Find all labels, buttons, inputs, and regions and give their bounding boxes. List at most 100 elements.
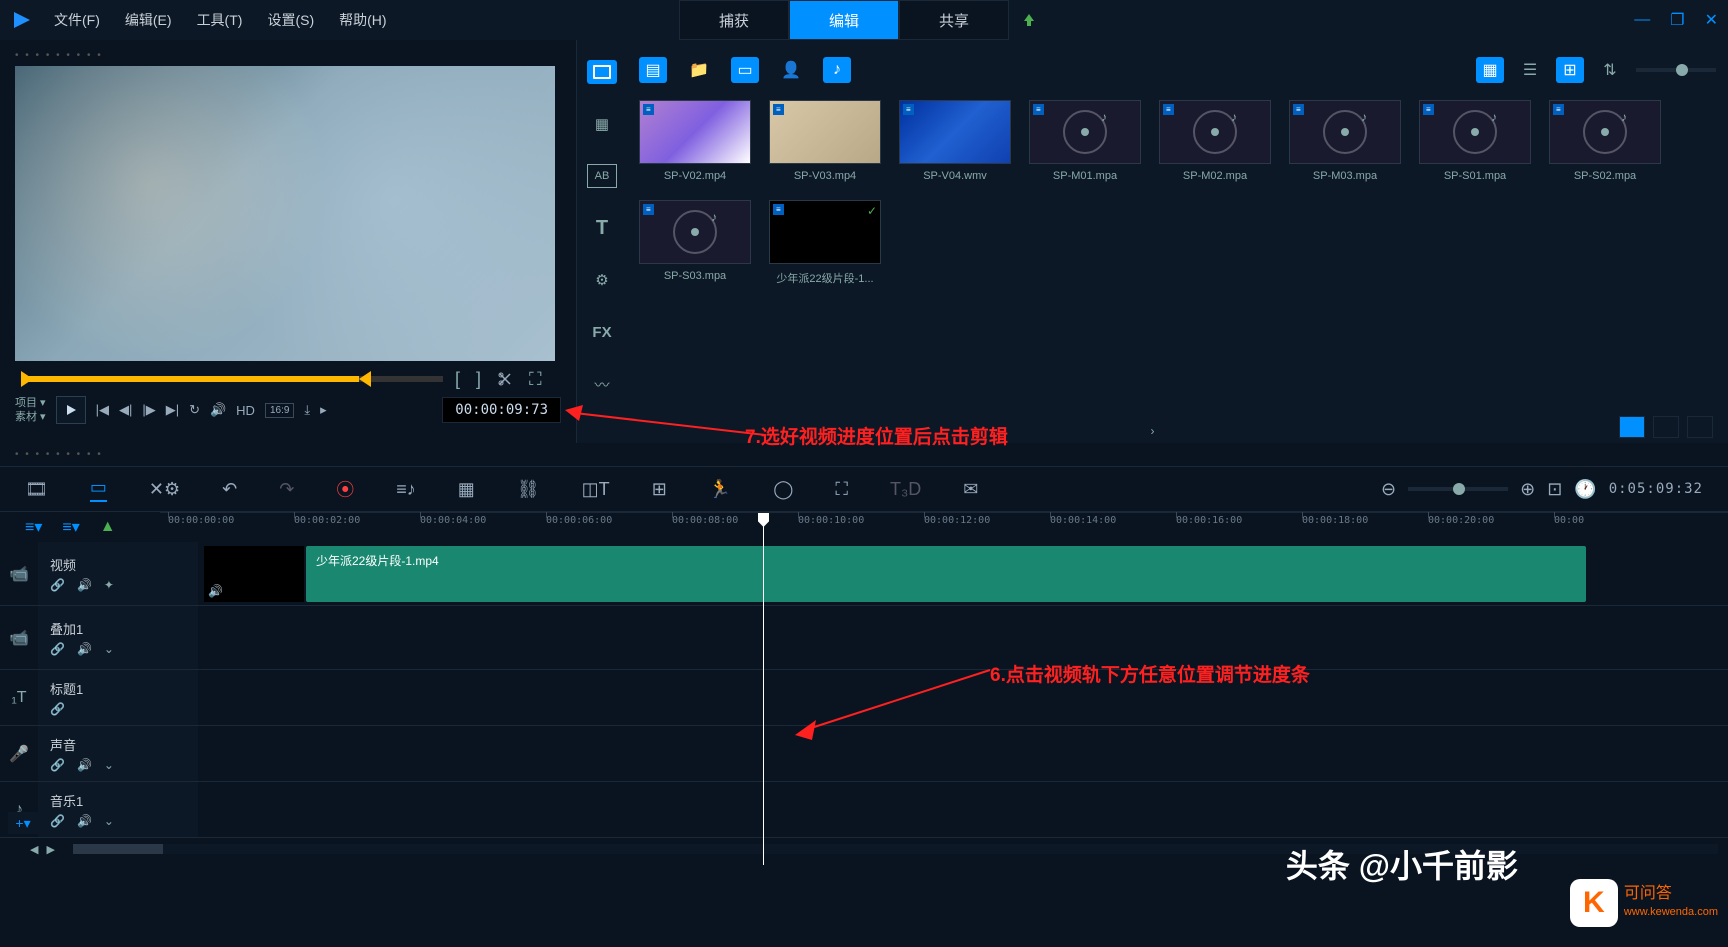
tab-share[interactable]: 共享: [899, 0, 1009, 40]
pan-zoom-icon[interactable]: ⛶: [835, 479, 848, 500]
menu-tool[interactable]: 工具(T): [197, 10, 243, 30]
loop-icon[interactable]: ↻: [189, 402, 200, 418]
add-track-button[interactable]: +▾: [8, 812, 38, 834]
motion-icon[interactable]: 🏃: [709, 479, 731, 500]
sidetab-text-icon[interactable]: T: [587, 216, 617, 240]
redo-icon[interactable]: ↷: [279, 479, 294, 500]
music-track-body[interactable]: [198, 782, 1728, 837]
track-link-icon[interactable]: 🔗: [50, 758, 65, 772]
panel-layout-2-icon[interactable]: [1653, 416, 1679, 438]
scrubber-bar[interactable]: [23, 376, 443, 382]
panel-layout-1-icon[interactable]: [1619, 416, 1645, 438]
library-item[interactable]: ≡SP-V04.wmv: [899, 100, 1011, 182]
maximize-icon[interactable]: ❐: [1670, 10, 1684, 30]
filter-audio-icon[interactable]: ♪: [823, 57, 851, 83]
clock-icon[interactable]: 🕐: [1574, 479, 1596, 500]
library-item[interactable]: ≡SP-S03.mpa: [639, 200, 751, 286]
time-ruler[interactable]: 00:00:00:0000:00:02:0000:00:04:0000:00:0…: [160, 512, 1728, 542]
minimize-icon[interactable]: —: [1634, 11, 1650, 29]
track-motion-icon[interactable]: ◯: [773, 479, 793, 500]
track-mute-icon[interactable]: 🔊: [77, 758, 92, 772]
audio-mixer-icon[interactable]: ≡♪: [396, 479, 416, 500]
tools-icon[interactable]: ✕⚙: [149, 479, 180, 500]
play-button[interactable]: [56, 396, 86, 424]
track-link-icon[interactable]: 🔗: [50, 702, 65, 716]
ruler-insert-icon[interactable]: ▲: [100, 518, 116, 536]
filter-video-icon[interactable]: ▭: [731, 57, 759, 83]
overlay-track-body[interactable]: [198, 606, 1728, 669]
tab-edit[interactable]: 编辑: [789, 0, 899, 40]
track-title-icon[interactable]: ₁T: [0, 670, 38, 725]
folder-add-icon[interactable]: 📁: [685, 57, 713, 83]
scroll-right-icon[interactable]: ▶: [46, 843, 54, 856]
mark-in-button[interactable]: [: [451, 369, 464, 390]
folder-tree-icon[interactable]: ▤: [639, 57, 667, 83]
material-menu[interactable]: 素材 ▾: [15, 410, 46, 424]
voice-track-body[interactable]: [198, 726, 1728, 781]
zoom-out-icon[interactable]: ⊖: [1381, 479, 1396, 500]
library-item[interactable]: ≡SP-M03.mpa: [1289, 100, 1401, 182]
track-overlay-icon[interactable]: 📹: [0, 606, 38, 669]
sidetab-path-icon[interactable]: 〰: [587, 372, 617, 396]
close-icon[interactable]: ✕: [1705, 10, 1718, 30]
library-item[interactable]: ≡SP-S01.mpa: [1419, 100, 1531, 182]
track-mute-icon[interactable]: 🔊: [77, 642, 92, 656]
track-link-icon[interactable]: 🔗: [50, 578, 65, 592]
panel-layout-3-icon[interactable]: [1687, 416, 1713, 438]
3d-title-icon[interactable]: T₃D: [890, 479, 921, 500]
hd-toggle[interactable]: HD: [236, 403, 255, 418]
menu-settings[interactable]: 设置(S): [267, 10, 314, 30]
menu-edit[interactable]: 编辑(E): [125, 10, 172, 30]
view-list-icon[interactable]: ☰: [1516, 57, 1544, 83]
track-fx-icon[interactable]: ✦: [104, 578, 114, 592]
video-preview[interactable]: [15, 66, 555, 361]
fit-icon[interactable]: ⊡: [1547, 479, 1562, 500]
sidetab-fx-icon[interactable]: FX: [587, 320, 617, 344]
view-thumb-icon[interactable]: ▦: [1476, 57, 1504, 83]
sort-icon[interactable]: ⇅: [1596, 57, 1624, 83]
export-icon[interactable]: ⤓: [304, 402, 310, 418]
scroll-left-icon[interactable]: ◀: [30, 843, 38, 856]
sidetab-title-icon[interactable]: AB: [587, 164, 617, 188]
ruler-menu-1-icon[interactable]: ≡▾: [25, 517, 42, 537]
menu-file[interactable]: 文件(F): [54, 10, 100, 30]
go-end-icon[interactable]: ▶|: [166, 402, 179, 418]
timeline-mode-icon[interactable]: ▭: [90, 477, 107, 502]
panel-expand-icon[interactable]: ›: [1151, 424, 1155, 438]
sidetab-transition-icon[interactable]: ▦: [587, 112, 617, 136]
zoom-in-icon[interactable]: ⊕: [1520, 479, 1535, 500]
project-menu[interactable]: 项目 ▾: [15, 396, 46, 410]
video-clip[interactable]: 少年派22级片段-1.mp4: [306, 546, 1586, 602]
subtitle-icon[interactable]: ◫T: [582, 479, 610, 500]
record-icon[interactable]: ⦿: [336, 476, 354, 502]
chain-icon[interactable]: ⛓: [517, 479, 540, 500]
upload-icon[interactable]: [1009, 0, 1049, 40]
thumb-zoom-slider[interactable]: [1636, 68, 1716, 72]
mark-out-button[interactable]: ]: [472, 369, 485, 390]
view-grid-icon[interactable]: ⊞: [1556, 57, 1584, 83]
library-item[interactable]: ≡SP-S02.mpa: [1549, 100, 1661, 182]
track-expand-icon[interactable]: ⌄: [104, 642, 114, 656]
track-link-icon[interactable]: 🔗: [50, 814, 65, 828]
undo-icon[interactable]: ↶: [222, 479, 237, 500]
track-video-icon[interactable]: 📹: [0, 542, 38, 605]
multi-view-icon[interactable]: ⊞: [652, 479, 667, 500]
ratio-toggle[interactable]: 16:9: [265, 403, 294, 418]
library-item[interactable]: ≡SP-M02.mpa: [1159, 100, 1271, 182]
playhead[interactable]: [763, 513, 764, 865]
timecode-display[interactable]: 00:00:09:73: [442, 397, 561, 423]
storyboard-mode-icon[interactable]: 🎞: [25, 479, 48, 500]
filter-image-icon[interactable]: 👤: [777, 57, 805, 83]
go-start-icon[interactable]: |◀: [96, 402, 109, 418]
sidetab-settings-icon[interactable]: ⚙: [587, 268, 617, 292]
library-item[interactable]: ≡SP-V03.mp4: [769, 100, 881, 182]
clip-thumbnail[interactable]: [204, 546, 304, 602]
menu-help[interactable]: 帮助(H): [339, 10, 386, 30]
expand-icon[interactable]: ⛶: [525, 369, 546, 390]
library-item[interactable]: ≡✓少年派22级片段-1...: [769, 200, 881, 286]
splitter-dots[interactable]: • • • • • • • • •: [0, 443, 1728, 466]
auto-music-icon[interactable]: ▦: [458, 479, 475, 500]
tab-capture[interactable]: 捕获: [679, 0, 789, 40]
track-voice-icon[interactable]: 🎤: [0, 726, 38, 781]
track-link-icon[interactable]: 🔗: [50, 642, 65, 656]
